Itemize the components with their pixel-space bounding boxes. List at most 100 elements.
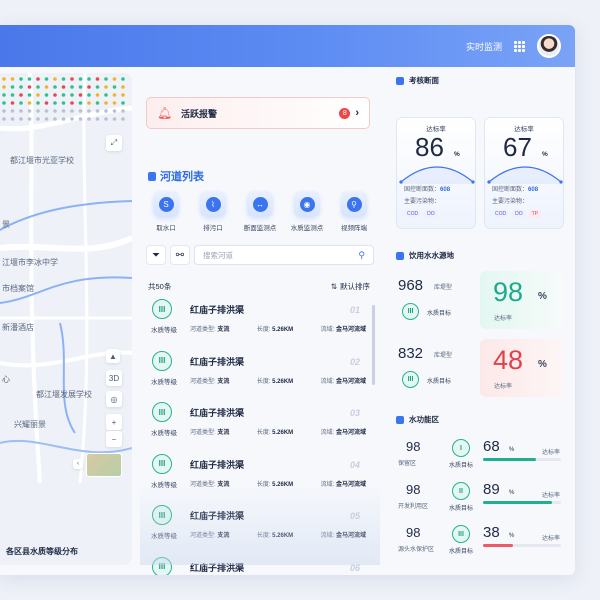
gauge-arc (487, 166, 563, 184)
zoom-in-icon[interactable]: + (106, 414, 122, 430)
grade-dot (19, 101, 23, 105)
function-zone-row[interactable]: 98 源头水保护区 III 水质目标 38% 达标率 (394, 521, 564, 561)
meta-value: 金马河流域 (335, 327, 366, 333)
river-search-input[interactable]: 搜索河道 ⚲ (194, 245, 374, 265)
grade-dot (10, 117, 15, 121)
water-grade-label: 水质等级 (151, 327, 177, 334)
function-zone-title: 水功能区 (396, 414, 439, 425)
category-label: 断面监测点 (243, 225, 277, 232)
category-water-quality-monitor[interactable]: ◉ 水质监测点 (285, 191, 329, 232)
meta-key: 长度: (256, 378, 271, 385)
grade-dot (36, 117, 40, 121)
user-avatar[interactable] (537, 34, 561, 58)
pass-rate-unit: % (509, 490, 515, 496)
zone-count: 98 (406, 482, 421, 497)
pass-rate-gauge-card[interactable]: 达标率 67% 国控断面数：608 主要污染物： COD DO TP (484, 117, 564, 229)
grade-dot (44, 117, 49, 121)
compass-icon[interactable]: ▲ (106, 349, 120, 363)
river-list-item[interactable]: III 水质等级 红庙子排洪渠 03 河道类型: 支流 长度: 5.26KM 流域: 金马河… (144, 400, 370, 452)
category-section-monitor[interactable]: ↔ 断面监测点 (238, 191, 282, 232)
map-panel[interactable]: 都江堰市光亚学校 景 江堰市李冰中学 市档案馆 新潘酒店 心 都江堰发展学校 兴… (0, 73, 132, 565)
meta-value: 金马河流域 (335, 430, 366, 436)
meta-key: 流域: (320, 533, 335, 539)
river-meta: 河道类型: 支流 长度: 5.26KM 流域: 金马河流域 (190, 324, 366, 333)
river-list-item[interactable]: III 水质等级 红庙子排洪渠 05 河道类型: 支流 长度: 5.26KM 流域: 金马河… (144, 503, 370, 555)
water-target-label: 水质目标 (449, 549, 474, 555)
apps-grid-icon[interactable] (514, 40, 525, 52)
grade-dot (112, 77, 117, 81)
pass-rate-label: 达标率 (494, 316, 513, 322)
pass-rate-bar (483, 544, 561, 547)
river-list-item[interactable]: III 水质等级 红庙子排洪渠 02 河道类型: 支流 长度: 5.26KM 流域: 金马河… (144, 349, 370, 401)
locate-icon[interactable]: ◎ (106, 391, 122, 407)
grade-dot (78, 101, 83, 105)
river-meta: 河道类型: 支流 长度: 5.26KM 流域: 金马河流域 (190, 427, 366, 436)
list-scrollbar[interactable] (372, 305, 375, 385)
function-zone-row[interactable]: 98 保留区 I 水质目标 68% 达标率 (394, 435, 564, 475)
fullscreen-icon[interactable]: ⤢ (106, 135, 122, 151)
realtime-monitor-link[interactable]: 实时监测 (466, 40, 502, 53)
function-zone-row[interactable]: 98 开发利用区 II 水质目标 89% 达标率 (394, 478, 564, 518)
search-icon[interactable]: ⚲ (358, 250, 365, 261)
map-3d-button[interactable]: 3D (106, 370, 122, 386)
water-target-label: 水质目标 (427, 379, 452, 385)
grade-dot (112, 93, 117, 97)
category-video-terminal[interactable]: ⚲ 视频阵端 (332, 191, 376, 232)
grade-dot (10, 77, 15, 81)
active-alarm-bar[interactable]: 🔔︎ 活跃报警 8 › (146, 97, 370, 129)
pollutant-tag: DO (424, 210, 438, 218)
drinking-water-row[interactable]: 832 库堤型 III 水质目标 48% 达标率 (394, 339, 564, 399)
river-list-item[interactable]: III 水质等级 红庙子排洪渠 04 河道类型: 支流 长度: 5.26KM 流域: 金马河… (144, 452, 370, 504)
category-water-intake[interactable]: S 取水口 (144, 191, 188, 232)
sewage-outlet-icon: ⌇ (200, 191, 226, 217)
sort-icon: ⇅ (330, 282, 337, 291)
alarm-label: 活跃报警 (181, 108, 218, 119)
map-label: 都江堰发展学校 (36, 390, 92, 399)
count-value: 608 (440, 187, 451, 193)
reservoir-type: 库堤型 (434, 285, 453, 291)
grade-dot (27, 77, 32, 81)
pollutant-tag: TP (528, 210, 542, 218)
water-intake-icon: S (153, 191, 179, 217)
river-list-item[interactable]: III 水质等级 红庙子排洪渠 01 河道类型: 支流 长度: 5.26KM 流域: 金马河… (144, 297, 370, 349)
assessment-section-title: 考核断面 (396, 75, 439, 86)
collapse-icon[interactable]: ‹ (73, 459, 83, 469)
category-label: 取水口 (156, 225, 176, 232)
pass-rate-unit: % (509, 447, 515, 453)
river-type-icon[interactable]: ⚯ (170, 245, 190, 265)
river-name: 红庙子排洪渠 (190, 459, 245, 470)
filter-icon[interactable]: ⏷ (146, 245, 166, 265)
grade-dot (61, 117, 66, 121)
sort-dropdown[interactable]: ⇅ 默认排序 (331, 281, 370, 292)
pass-rate-unit: % (538, 291, 547, 302)
map-label: 兴耀丽景 (14, 420, 46, 429)
river-name: 红庙子排洪渠 (190, 511, 245, 521)
river-list-item[interactable]: III水质等级红庙子排洪渠06河道类型: 支流长度: 5.26KM流域: 金马河… (144, 555, 370, 575)
item-index: 06 (349, 562, 360, 573)
grade-dot (44, 101, 49, 105)
meta-value: 5.26KM (272, 378, 294, 385)
item-index: 03 (349, 408, 360, 418)
category-sewage-outlet[interactable]: ⌇ 排污口 (191, 191, 235, 232)
river-list: III 水质等级 红庙子排洪渠 01 河道类型: 支流 长度: 5.26KM 流域: 金马河… (144, 297, 370, 575)
meta-key: 流域: (320, 481, 335, 488)
section-monitor-icon: ↔ (247, 191, 273, 217)
water-grade-badge: III (152, 402, 172, 422)
pass-rate-gauge-card[interactable]: 达标率 86% 国控断面数：608 主要污染物： COD DO (396, 117, 476, 229)
zone-count: 98 (406, 439, 421, 454)
grade-dot (70, 93, 74, 97)
dashboard-frame: 实时监测 都江堰市光亚学校 景 江堰市李冰中学 市档案馆 新潘酒店 心 都江堰发… (0, 25, 575, 575)
drinking-water-row[interactable]: 968 库堤型 III 水质目标 98% 达标率 (394, 271, 564, 331)
map-layer-thumbnail[interactable] (86, 453, 122, 477)
river-name: 红庙子排洪渠 (190, 305, 245, 315)
water-grade-badge: III (152, 299, 172, 319)
grade-dot (2, 85, 6, 89)
zoom-out-icon[interactable]: − (106, 431, 122, 447)
pollutant-tag: COD (404, 210, 422, 218)
pass-rate-value: 48 (493, 345, 524, 375)
grade-dot (87, 85, 91, 89)
grade-dot (112, 85, 117, 89)
water-grade-badge: III (402, 303, 419, 320)
grade-dot (36, 93, 40, 97)
sort-label: 默认排序 (340, 282, 370, 291)
